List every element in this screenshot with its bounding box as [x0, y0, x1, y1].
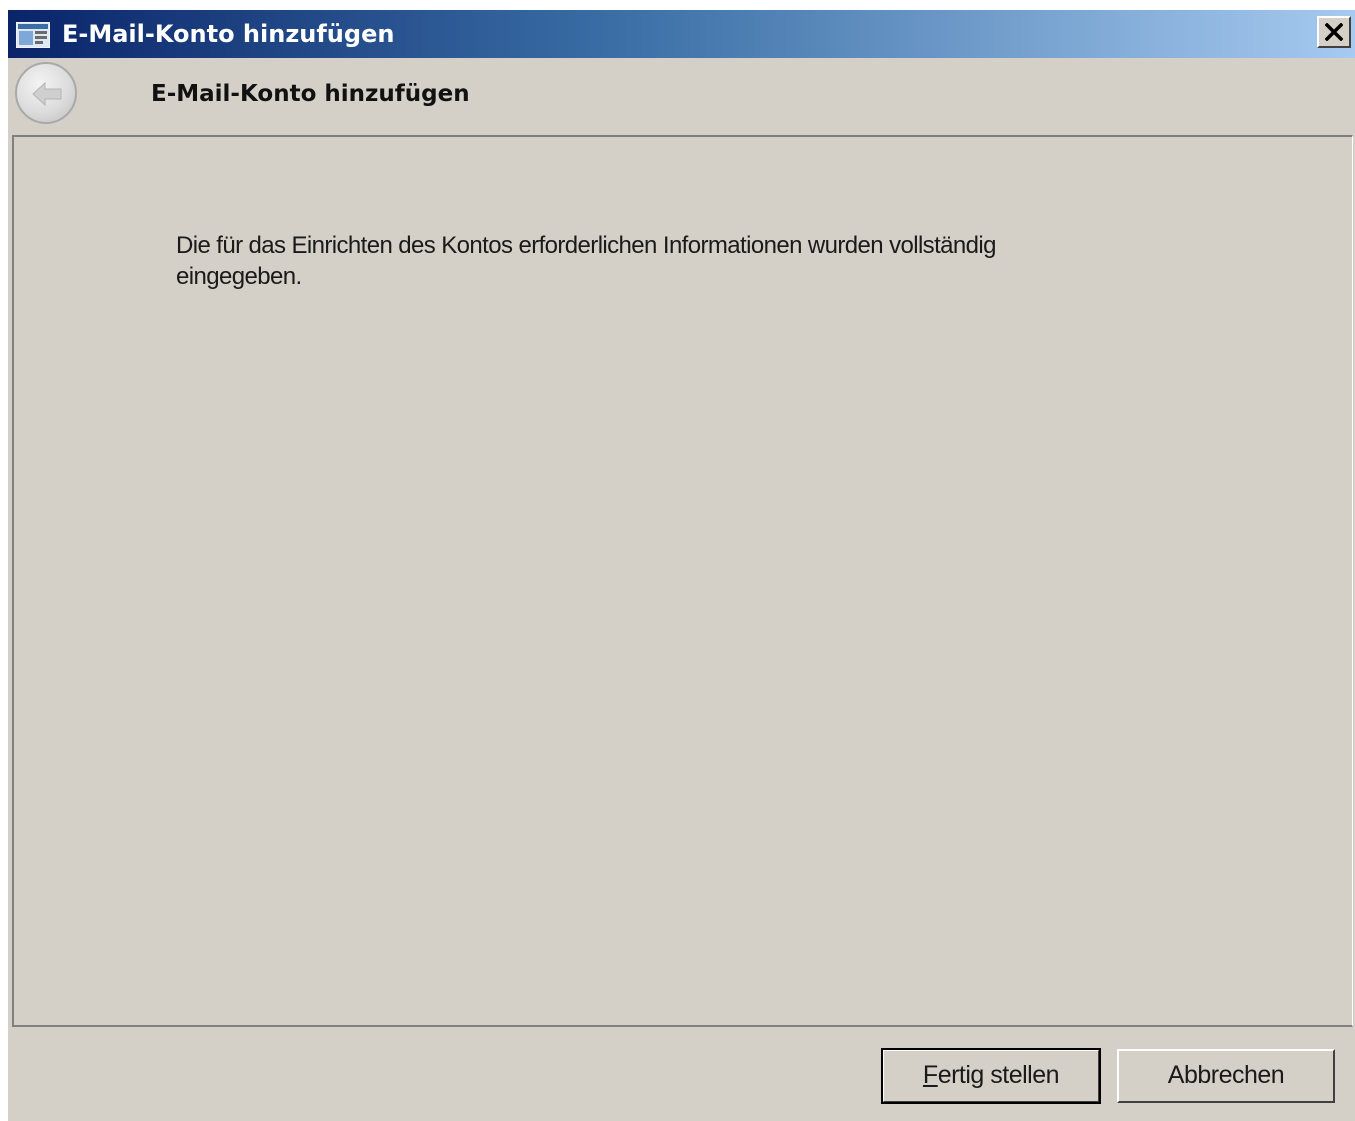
content-panel: Die für das Einrichten des Kontos erford…: [12, 135, 1353, 1027]
back-button[interactable]: [15, 62, 77, 124]
finish-button-label: ertig stellen: [937, 1061, 1060, 1089]
app-window-icon: [15, 21, 51, 49]
window-title: E-Mail-Konto hinzufügen: [62, 20, 395, 48]
add-email-account-dialog: E-Mail-Konto hinzufügen E-Mail-Konto hin…: [8, 10, 1355, 1121]
finish-button[interactable]: Fertig stellen: [881, 1048, 1101, 1104]
button-bar: Fertig stellen Abbrechen: [8, 1027, 1355, 1121]
close-icon: [1325, 23, 1343, 41]
page-title: E-Mail-Konto hinzufügen: [151, 81, 470, 107]
wizard-header: E-Mail-Konto hinzufügen: [8, 58, 1355, 136]
back-arrow-icon: [32, 81, 62, 107]
cancel-button[interactable]: Abbrechen: [1117, 1049, 1335, 1103]
finish-button-mnemonic: F: [922, 1061, 938, 1089]
completion-message: Die für das Einrichten des Kontos erford…: [176, 232, 996, 290]
close-button[interactable]: [1317, 16, 1351, 48]
title-bar[interactable]: E-Mail-Konto hinzufügen: [8, 10, 1355, 58]
